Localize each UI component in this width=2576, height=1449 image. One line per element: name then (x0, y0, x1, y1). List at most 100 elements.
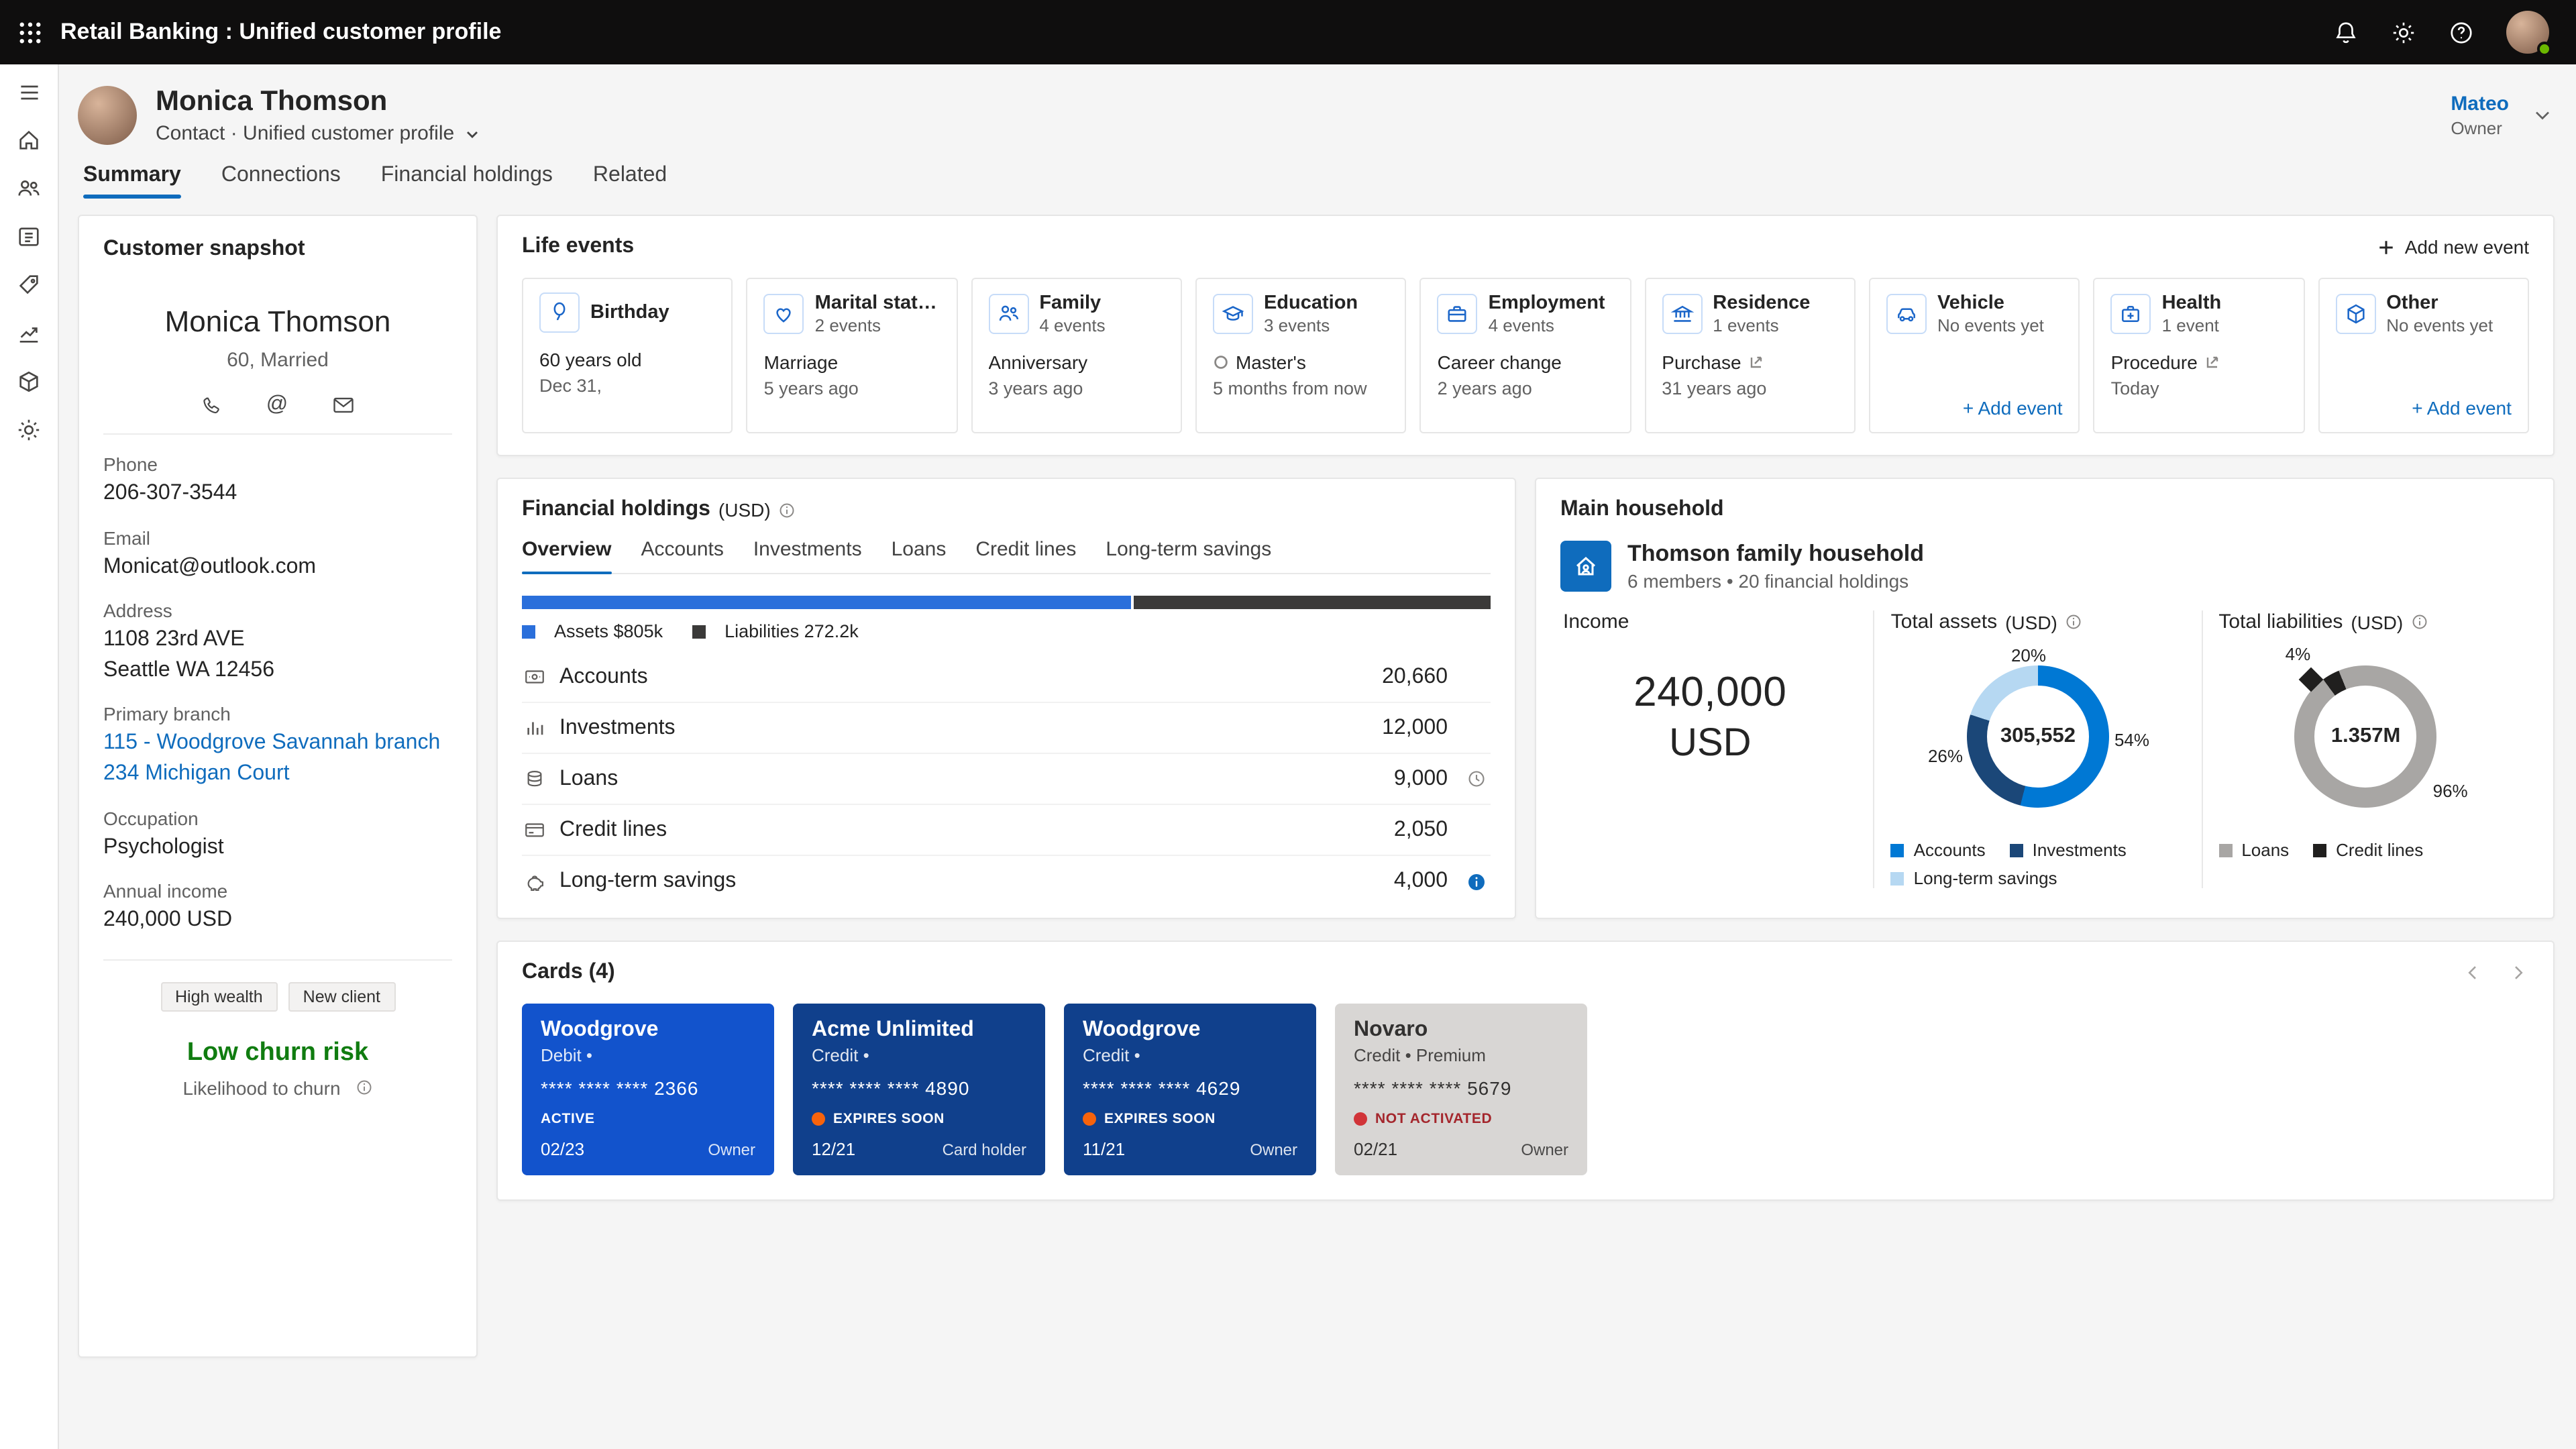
life-event-card-birthday[interactable]: Birthday 60 years old Dec 31, (522, 278, 733, 433)
life-event-date: Today (2111, 378, 2288, 398)
currency-label: (USD) (2005, 611, 2057, 633)
fh-tab-accounts[interactable]: Accounts (641, 538, 723, 573)
fh-row-loans[interactable]: Loans 9,000 (522, 754, 1491, 805)
primary-branch-label: Primary branch (103, 704, 452, 725)
fh-tab-overview[interactable]: Overview (522, 538, 611, 573)
info-icon[interactable] (2411, 613, 2428, 631)
cards-prev-icon[interactable] (2462, 962, 2483, 983)
life-event-title: Health (2162, 292, 2222, 314)
legend-swatch (2218, 843, 2232, 857)
add-event-link[interactable]: + Add event (2412, 397, 2512, 419)
tab-related[interactable]: Related (593, 164, 667, 199)
tag-high-wealth[interactable]: High wealth (160, 982, 278, 1012)
email-at-icon[interactable]: @ (266, 393, 288, 417)
life-event-card-vehicle[interactable]: Vehicle No events yet + Add event (1869, 278, 2080, 433)
life-event-title: Education (1264, 292, 1358, 314)
card-brand: Acme Unlimited (812, 1018, 1026, 1042)
record-type-label: Contact · Unified customer profile (156, 122, 454, 145)
info-filled-icon[interactable] (1466, 871, 1486, 892)
total-liabilities-column: Total liabilities (USD) 4% 96% 1.357M (2201, 610, 2529, 888)
churn-risk-label: Likelihood to churn (182, 1077, 340, 1099)
cards-panel: Cards (4) Woodgrove Debit • **** **** **… (496, 941, 2555, 1201)
info-icon[interactable] (356, 1079, 373, 1097)
fh-row-label: Investments (559, 716, 676, 740)
email-value[interactable]: Monicat@outlook.com (103, 552, 452, 581)
help-icon[interactable] (2449, 19, 2474, 45)
page-title: Monica Thomson (156, 86, 480, 118)
main-household-panel: Main household Thomson family household … (1535, 478, 2555, 919)
total-assets-column: Total assets (USD) 20% 54% 26% 305,552 (1874, 610, 2202, 888)
life-event-card-other[interactable]: Other No events yet + Add event (2318, 278, 2529, 433)
bank-card-acme-unlimited[interactable]: Acme Unlimited Credit • **** **** **** 4… (793, 1004, 1045, 1175)
assets-legend: Accounts Investments Long-term savings (1891, 840, 2186, 888)
mail-icon[interactable] (331, 393, 355, 417)
packages-icon[interactable] (16, 369, 42, 394)
header-expand-chevron-icon[interactable] (2530, 103, 2555, 127)
app-launcher-icon[interactable] (19, 21, 42, 44)
phone-value[interactable]: 206-307-3544 (103, 479, 452, 508)
settings-icon[interactable] (2391, 19, 2416, 45)
life-event-card-residence[interactable]: Residence 1 events Purchase 31 years ago (1644, 278, 1856, 433)
user-avatar[interactable] (2506, 11, 2549, 54)
fh-row-accounts[interactable]: Accounts 20,660 (522, 652, 1491, 703)
tab-financial-holdings[interactable]: Financial holdings (381, 164, 553, 199)
card-status: EXPIRES SOON (1104, 1111, 1216, 1127)
insights-icon[interactable] (16, 321, 42, 346)
email-field: Email Monicat@outlook.com (103, 527, 452, 581)
cards-next-icon[interactable] (2508, 962, 2529, 983)
life-event-name: 60 years old (539, 349, 642, 370)
tab-summary[interactable]: Summary (83, 164, 181, 199)
churn-risk-value: Low churn risk (103, 1038, 452, 1068)
fh-row-label: Long-term savings (559, 869, 736, 894)
tags-icon[interactable] (16, 272, 42, 298)
life-event-card-health[interactable]: Health 1 event Procedure Today (2094, 278, 2305, 433)
bank-card-woodgrove-debit[interactable]: Woodgrove Debit • **** **** **** 2366 AC… (522, 1004, 774, 1175)
info-icon[interactable] (779, 501, 796, 519)
legend-label: Accounts (1914, 840, 1986, 860)
nav-rail (0, 64, 59, 1449)
fh-tab-loans[interactable]: Loans (892, 538, 947, 573)
fh-tab-credit-lines[interactable]: Credit lines (975, 538, 1076, 573)
bank-card-woodgrove-credit[interactable]: Woodgrove Credit • **** **** **** 4629 E… (1064, 1004, 1316, 1175)
life-event-card-employment[interactable]: Employment 4 events Career change 2 year… (1420, 278, 1631, 433)
annual-income-label: Annual income (103, 880, 452, 902)
life-event-name: Marriage (764, 352, 839, 373)
collapse-menu-icon[interactable] (17, 80, 41, 105)
owner-name[interactable]: Mateo (2451, 93, 2509, 115)
life-event-count: 2 events (815, 315, 941, 335)
life-event-card-marital-status[interactable]: Marital status 2 events Marriage 5 years… (747, 278, 958, 433)
home-icon[interactable] (16, 127, 42, 153)
household-name-link[interactable]: Thomson family household (1627, 541, 1924, 568)
address-line1: 1108 23rd AVE (103, 625, 452, 654)
card-number: **** **** **** 5679 (1354, 1077, 1568, 1099)
form-selector-chevron-icon[interactable] (464, 125, 480, 142)
life-event-card-education[interactable]: Education 3 events Master's 5 months fro… (1195, 278, 1407, 433)
tag-new-client[interactable]: New client (288, 982, 395, 1012)
call-icon[interactable] (201, 393, 223, 417)
forms-icon[interactable] (16, 224, 42, 250)
branch-address-link[interactable]: 234 Michigan Court (103, 759, 452, 788)
card-kind: Credit • (812, 1045, 1026, 1065)
contact-avatar[interactable] (78, 86, 137, 145)
primary-branch-link[interactable]: 115 - Woodgrove Savannah branch (103, 729, 452, 758)
info-icon[interactable] (2065, 613, 2083, 631)
contacts-icon[interactable] (16, 176, 42, 201)
fh-row-long-term-savings[interactable]: Long-term savings 4,000 (522, 856, 1491, 907)
bank-card-novaro[interactable]: Novaro Credit • Premium **** **** **** 5… (1335, 1004, 1587, 1175)
fh-tab-investments[interactable]: Investments (753, 538, 862, 573)
add-new-event-button[interactable]: Add new event (2378, 236, 2529, 258)
life-event-card-family[interactable]: Family 4 events Anniversary 3 years ago (971, 278, 1182, 433)
other-icon (2335, 294, 2375, 334)
history-icon[interactable] (1466, 769, 1486, 789)
add-event-link[interactable]: + Add event (1963, 397, 2063, 419)
tab-connections[interactable]: Connections (221, 164, 341, 199)
fh-tab-long-term-savings[interactable]: Long-term savings (1106, 538, 1271, 573)
life-event-title: Marital status (815, 292, 941, 314)
notifications-icon[interactable] (2333, 19, 2359, 45)
admin-settings-icon[interactable] (16, 417, 42, 443)
fh-row-investments[interactable]: Investments 12,000 (522, 703, 1491, 754)
life-event-name: Procedure (2111, 352, 2198, 373)
household-meta: 6 members • 20 financial holdings (1627, 570, 1924, 592)
currency-label: (USD) (2351, 611, 2403, 633)
fh-row-credit-lines[interactable]: Credit lines 2,050 (522, 805, 1491, 856)
